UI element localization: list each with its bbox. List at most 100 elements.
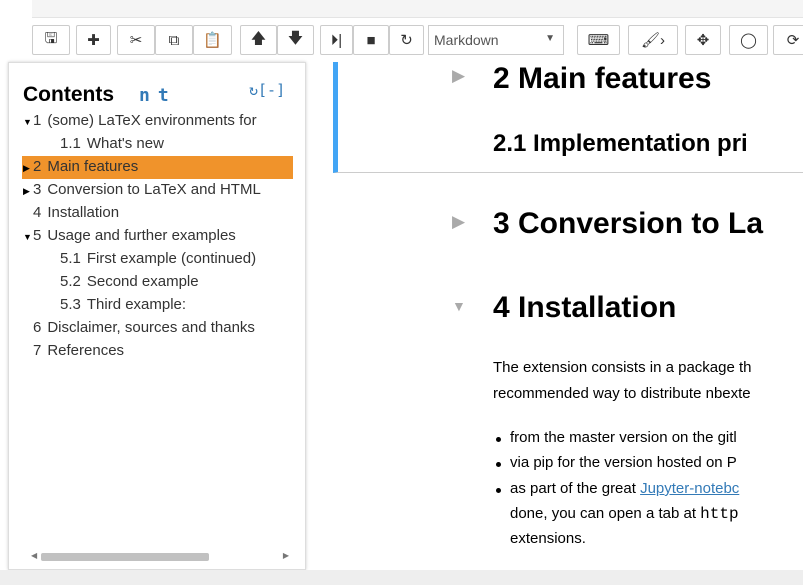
move-up-button[interactable]: 🡅 [240,25,277,55]
toc-reload-collapse[interactable]: ↻[-] [249,81,285,99]
list-item: via pip for the version hosted on P [496,454,737,471]
toc-num: 7 [33,342,42,359]
toc-item-label: 2 Main features [33,158,138,175]
status-strip [0,570,803,585]
stop-button[interactable]: ■ [353,25,389,55]
toc-num: 3 [33,181,42,198]
toc-item-label: 7 References [33,342,124,359]
toc-item-label: 5.1 First example (continued) [60,250,256,267]
toc-item[interactable]: 5.2 Second example [60,271,199,293]
toc-item-label: 4 Installation [33,204,119,221]
toc-text: What's new [86,135,164,152]
paragraph-line: The extension consists in a package th [493,359,752,376]
caret-right-icon[interactable]: ▶ [23,157,33,179]
list-item-cont: extensions. [510,530,586,547]
collapse-triangle-icon[interactable]: ▶ [452,212,465,232]
toc-item-label: 5 Usage and further examples [33,227,236,244]
scissors-icon: ✂ [129,32,143,49]
cell-type-select[interactable]: Markdown ▼ [428,25,564,55]
scrollbar-thumb[interactable] [41,553,209,561]
toc-text: Second example [86,273,199,290]
paste-button[interactable]: 📋 [193,25,232,55]
toc-text: Usage and further examples [47,227,236,244]
toc-num: 5.2 [60,273,81,290]
heading-2-1: 2.1 Implementation pri [493,130,748,157]
floppy-icon: 🖫 [44,29,58,47]
toc-num: 1 [33,112,42,129]
horizontal-scrollbar[interactable]: ◀ ▶ [29,551,291,563]
caret-down-icon[interactable]: ▼ [23,111,33,133]
toc-text: Installation [47,204,120,221]
keyboard-icon: ⌨ [587,32,610,49]
toc-item-label: 5.2 Second example [60,273,199,290]
toc-title: Contents [23,83,114,106]
toc-text: References [47,342,125,359]
keyboard-button[interactable]: ⌨ [577,25,620,55]
toc-item[interactable]: 7 References [23,340,124,362]
toc-item[interactable]: 6 Disclaimer, sources and thanks [23,317,255,339]
toc-item[interactable]: ▶ 2 Main features [23,156,138,178]
heading-4: 4 Installation [493,291,677,324]
collapse-triangle-icon[interactable]: ▶ [452,66,465,86]
refresh-button[interactable]: ⟳ [773,25,803,55]
toc-text: Third example: [86,296,187,313]
inline-code: http [700,505,739,523]
move-button[interactable]: ✥ [685,25,721,55]
copy-button[interactable]: ⧉ [155,25,193,55]
expand-triangle-icon[interactable]: ▼ [452,298,466,314]
redo-icon: ↻ [400,32,413,49]
paragraph-line: recommended way to distribute nbexte [493,385,751,402]
toc-toc-toggle[interactable]: t [158,85,177,106]
toc-text: Conversion to LaTeX and HTML [47,181,261,198]
toc-num: 2 [33,158,42,175]
arrow-up-icon: 🡅 [250,29,267,47]
toc-item[interactable]: 5.1 First example (continued) [60,248,256,270]
menubar-area [32,0,803,18]
cut-button[interactable]: ✂ [117,25,155,55]
toc-item-label: 6 Disclaimer, sources and thanks [33,319,255,336]
toc-item-label: 3 Conversion to LaTeX and HTML [33,181,261,198]
run-button[interactable]: ⏵| [320,25,353,55]
plus-icon: ✚ [87,32,100,49]
stop-icon: ■ [366,31,376,49]
toc-num: 4 [33,204,42,221]
toc-item[interactable]: 5.3 Third example: [60,294,186,316]
toc-item[interactable]: ▼5 Usage and further examples [23,225,236,247]
refresh-icon: ⟳ [786,32,800,49]
toc-item[interactable]: 4 Installation [23,202,119,224]
move-icon: ✥ [696,32,710,49]
toc-text: Disclaimer, sources and thanks [47,319,255,336]
toc-item-label: 1 (some) LaTeX environments for [33,112,257,129]
toc-item[interactable]: ▼1 (some) LaTeX environments for [23,110,257,132]
toc-sidebar: Contents nt ↻[-] ▼1 (some) LaTeX environm… [8,62,306,570]
jupyter-notebook-link[interactable]: Jupyter-notebc [640,480,739,497]
list-text: as part of the great [510,480,641,497]
toc-item[interactable]: 1.1 What's new [60,133,164,155]
toc-text: (some) LaTeX environments for [47,112,257,129]
toc-num: 5.3 [60,296,81,313]
caret-down-icon[interactable]: ▼ [23,226,33,248]
list-text: done, you can open a tab at [510,505,701,522]
restart-button[interactable]: ↻ [389,25,424,55]
notebook-area: ▶ 2 Main features 2.1 Implementation pri… [315,62,803,570]
toc-number-toggle[interactable]: n [139,85,158,106]
move-down-button[interactable]: 🡇 [277,25,314,55]
toc-item-label: 5.3 Third example: [60,296,186,313]
toc-num: 5 [33,227,42,244]
paste-icon: 📋 [203,32,222,49]
github-button[interactable]: ◯ [729,25,768,55]
insert-cell-button[interactable]: ✚ [76,25,111,55]
toc-num: 5.1 [60,250,81,267]
heading-3: 3 Conversion to La [493,207,764,240]
toc-num: 6 [33,319,42,336]
toc-text: Main features [47,158,139,175]
arrow-down-icon: 🡇 [287,29,304,47]
paint-button[interactable]: 🖌› [628,25,678,55]
caret-down-icon: ▼ [545,33,555,44]
toc-text: First example (continued) [86,250,257,267]
save-button[interactable]: 🖫 [32,25,70,55]
toc-item[interactable]: ▶ 3 Conversion to LaTeX and HTML [23,179,261,201]
paintbrush-icon: 🖌› [640,32,666,49]
cell-type-value: Markdown [434,32,499,48]
caret-right-icon[interactable]: ▶ [23,180,33,202]
